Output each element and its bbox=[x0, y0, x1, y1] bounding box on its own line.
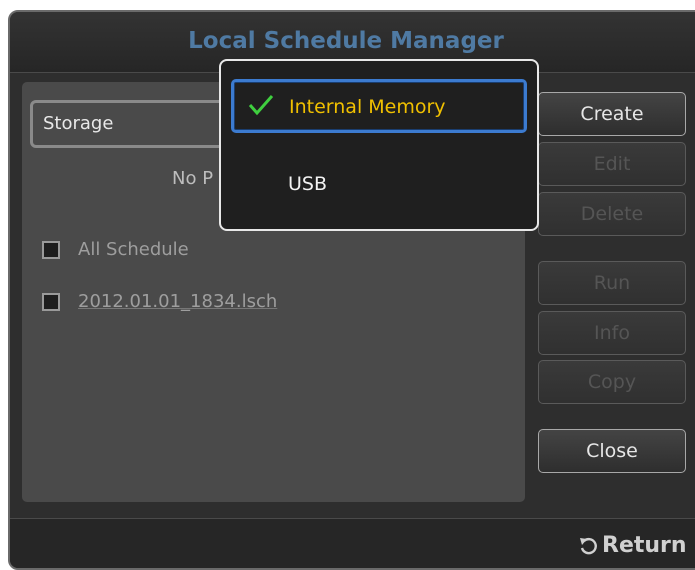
option-internal-memory[interactable]: Internal Memory bbox=[231, 79, 527, 133]
return-label: Return bbox=[602, 533, 687, 558]
list-item[interactable]: 2012.01.01_1834.lsch bbox=[42, 291, 277, 312]
info-button[interactable]: Info bbox=[538, 311, 686, 355]
return-arrow-icon bbox=[580, 537, 597, 554]
option-label: Internal Memory bbox=[289, 96, 446, 118]
storage-options-menu: Internal Memory USB bbox=[219, 59, 539, 231]
list-item-label: All Schedule bbox=[78, 239, 189, 260]
check-icon bbox=[248, 95, 274, 116]
create-button[interactable]: Create bbox=[538, 92, 686, 136]
schedule-file-checkbox[interactable] bbox=[42, 292, 60, 311]
delete-button[interactable]: Delete bbox=[538, 192, 686, 236]
list-item[interactable]: All Schedule bbox=[42, 239, 189, 260]
window-title: Local Schedule Manager bbox=[188, 28, 504, 54]
bottom-bar: Return bbox=[10, 518, 695, 568]
copy-button[interactable]: Copy bbox=[538, 360, 686, 404]
list-item-label: 2012.01.01_1834.lsch bbox=[78, 291, 278, 312]
close-button[interactable]: Close bbox=[538, 429, 686, 473]
option-label: USB bbox=[288, 173, 328, 195]
return-button[interactable]: Return bbox=[578, 533, 687, 558]
edit-button[interactable]: Edit bbox=[538, 142, 686, 186]
option-usb[interactable]: USB bbox=[231, 159, 527, 213]
run-button[interactable]: Run bbox=[538, 261, 686, 305]
all-schedule-checkbox[interactable] bbox=[42, 240, 60, 259]
empty-list-text: No P bbox=[172, 168, 214, 189]
